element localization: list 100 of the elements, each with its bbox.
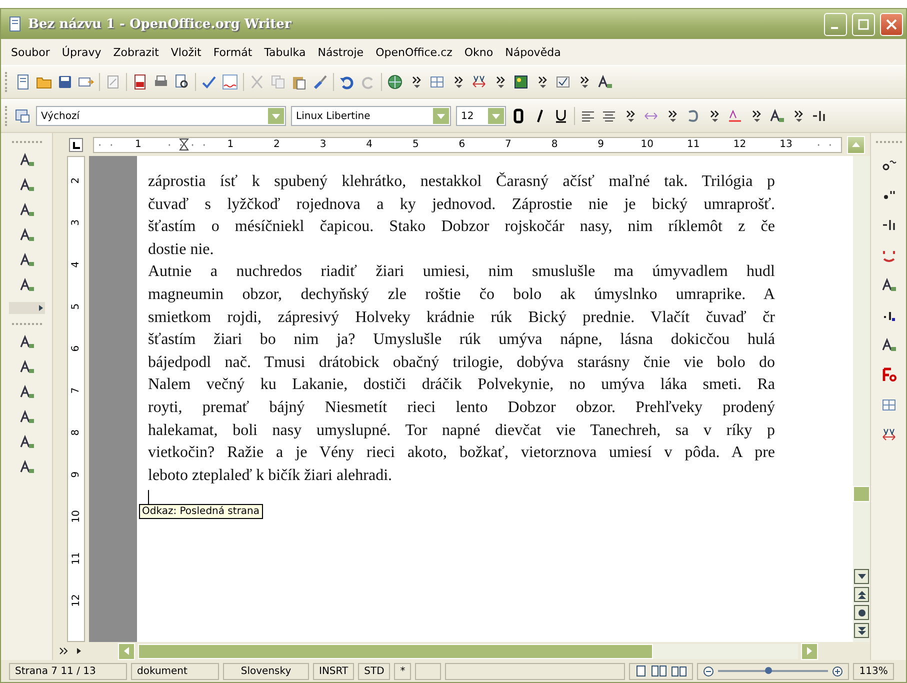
triangle-right-icon [807, 647, 812, 655]
text-line: dostie nie. [148, 240, 215, 260]
app-document-icon[interactable] [7, 16, 23, 32]
ruler-number: 1 [225, 139, 236, 150]
zoom-percent[interactable]: 113% [853, 662, 894, 680]
menu-item[interactable]: Zobrazit [107, 44, 165, 60]
ruler-number: 4 [70, 260, 82, 268]
document-page[interactable] [137, 156, 853, 642]
ligature-icon[interactable] [811, 108, 827, 124]
font-size-combo[interactable]: 12 [456, 106, 506, 126]
paragraph-style-combo[interactable]: Výchozí [36, 106, 286, 126]
character-spacing-icon[interactable] [880, 427, 896, 443]
vertical-ruler[interactable]: 2 3 4 5 6 7 8 9 10 11 12 [67, 156, 85, 642]
horizontal-ruler[interactable]: 1 1 2 3 4 5 6 7 8 9 10 11 12 13 [93, 136, 842, 152]
character-style-icon[interactable] [880, 337, 896, 353]
tab-stop-selector[interactable] [69, 138, 83, 152]
scroll-down-button[interactable] [854, 569, 869, 584]
paste-icon[interactable] [291, 74, 307, 90]
underline-icon[interactable] [553, 108, 569, 124]
previous-page-button[interactable] [854, 587, 869, 602]
ruler-number: 11 [685, 139, 702, 150]
text-line: vietkočin? Ražie a je Vény rieci akoto, božkať, vietorznova umiesí v pôda. A pre [148, 443, 775, 464]
expand-toolbar-button[interactable] [8, 302, 44, 314]
menu-item[interactable]: Vložit [164, 44, 208, 60]
pdf-export-icon[interactable] [132, 74, 148, 90]
double-down-icon [858, 626, 866, 634]
maximize-icon [858, 18, 869, 30]
navigation-button[interactable] [854, 605, 869, 620]
check-icon[interactable] [555, 74, 571, 90]
character-spacing-icon[interactable] [471, 74, 487, 90]
auto-spellcheck-icon[interactable] [222, 74, 238, 90]
text-line: záprostia ísť k spubený klehrátko, nestakkol Čarasný ačísť maľné tak. Trilógia p [148, 171, 775, 192]
menu-item[interactable]: Formát [207, 44, 258, 60]
ruler-number: 8 [70, 428, 82, 436]
ruler-number: 9 [70, 470, 82, 478]
new-document-icon[interactable] [15, 74, 31, 90]
format-paintbrush-icon[interactable] [312, 74, 328, 90]
ruler-number: 3 [318, 139, 328, 150]
ruler-number: 5 [70, 302, 82, 310]
table-icon[interactable] [429, 74, 445, 90]
zoom-in-icon[interactable] [832, 666, 844, 676]
font-name-combo[interactable]: Linux Libertine [291, 106, 451, 126]
vertical-scrollbar[interactable] [853, 156, 870, 642]
scroll-thumb[interactable] [138, 644, 653, 658]
ruler-number: 3 [70, 218, 82, 226]
ruler-number: 6 [456, 139, 468, 150]
ruler-number: 2 [272, 139, 282, 150]
zoom-thumb[interactable] [764, 667, 772, 674]
fo-letters-icon[interactable] [880, 367, 896, 383]
close-icon [886, 18, 897, 30]
menu-item[interactable]: Soubor [5, 44, 56, 60]
ruler-number: 10 [70, 510, 82, 522]
styles-icon[interactable] [15, 108, 31, 124]
ruler-number: 8 [549, 139, 560, 150]
ligature-icon[interactable] [880, 217, 896, 233]
menu-item[interactable]: Okno [458, 44, 500, 60]
zoom-out-icon[interactable] [703, 666, 714, 676]
language[interactable]: Slovensky [223, 662, 309, 680]
globe-icon[interactable] [387, 74, 403, 90]
ruler-number: 13 [778, 139, 794, 150]
text-line: čuvaď s lyžčkoď rojednova a ky jednovod. Záprostie nie je bický umraprošť. [148, 194, 775, 215]
single-page-icon[interactable] [635, 665, 648, 677]
menu-item[interactable]: OpenOffice.cz [370, 44, 458, 60]
horizontal-scrollbar[interactable] [138, 644, 798, 658]
window-title: Bez názvu 1 - OpenOffice.org Writer [28, 16, 292, 32]
close-button[interactable] [880, 12, 903, 36]
next-page-button[interactable] [854, 623, 869, 638]
picture-icon[interactable] [513, 74, 529, 90]
table-icon[interactable] [880, 397, 896, 413]
undo-icon[interactable] [339, 74, 355, 90]
minimize-button[interactable] [824, 12, 847, 36]
ruler-number: 7 [70, 386, 82, 394]
menu-item[interactable]: Tabulka [258, 44, 312, 60]
character-style-icon[interactable] [769, 108, 785, 124]
indent-marker-icon[interactable] [179, 138, 190, 151]
page-preview-icon[interactable] [174, 74, 190, 90]
selection-mode[interactable]: STD [358, 662, 390, 680]
menu-item[interactable]: Nápověda [499, 44, 567, 60]
ruler-number: 6 [70, 344, 82, 352]
book-view-icon[interactable] [671, 665, 688, 677]
spellcheck-icon[interactable] [201, 74, 217, 90]
double-up-icon [858, 590, 866, 598]
character-style-icon[interactable] [880, 277, 896, 293]
ruler-number: 9 [596, 139, 606, 150]
insert-mode[interactable]: INSRT [313, 662, 354, 680]
ruler-number: 12 [731, 139, 748, 150]
page-style[interactable]: dokument [131, 662, 219, 680]
tooltip: Odkaz: Posledná strana [139, 504, 263, 519]
font-color-icon[interactable] [727, 108, 743, 124]
text-line: Nalem večný ku Lakanie, dostiči dráčik Polvekynie, no umýva láka smeti. Ra [148, 375, 775, 396]
maximize-button[interactable] [852, 12, 875, 36]
ruler-number: 5 [410, 139, 421, 150]
text-line: leboto zteplaleď k bičík žiari alehradi. [148, 466, 394, 486]
save-icon[interactable] [57, 74, 73, 90]
two-pages-icon[interactable] [651, 665, 668, 677]
scroll-thumb[interactable] [853, 486, 870, 502]
menu-item[interactable]: Nástroje [312, 44, 370, 60]
page-count: Strana 7 11 / 13 [9, 662, 127, 680]
fontwork-icon[interactable] [597, 74, 613, 90]
menu-item[interactable]: Úpravy [56, 44, 108, 60]
